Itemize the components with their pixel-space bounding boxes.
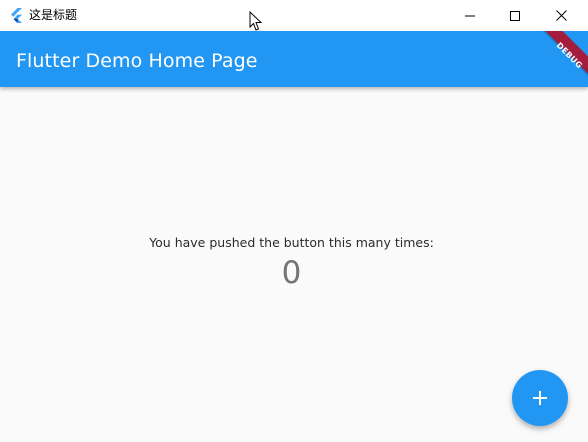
debug-ribbon: DEBUG [541, 31, 588, 84]
debug-label: DEBUG [554, 40, 585, 71]
close-icon [555, 10, 567, 21]
app-window: 这是标题 Flutter Demo Home Page DEBUG You ha… [0, 0, 588, 442]
close-button[interactable] [538, 0, 584, 31]
window-titlebar[interactable]: 这是标题 [0, 0, 588, 32]
flutter-logo-icon [11, 8, 22, 23]
maximize-icon [510, 10, 520, 21]
page-title: Flutter Demo Home Page [16, 50, 258, 72]
mouse-cursor-icon [249, 11, 263, 31]
window-title: 这是标题 [29, 8, 78, 22]
plus-icon [533, 391, 547, 405]
counter-message: You have pushed the button this many tim… [149, 235, 434, 250]
maximize-button[interactable] [492, 0, 538, 31]
app-bar: Flutter Demo Home Page [0, 31, 588, 87]
debug-banner: DEBUG [528, 31, 588, 91]
minimize-icon [465, 15, 475, 16]
minimize-button[interactable] [447, 0, 493, 31]
main-content: You have pushed the button this many tim… [0, 87, 588, 442]
counter-value: 0 [281, 255, 302, 291]
increment-button[interactable] [512, 370, 568, 426]
